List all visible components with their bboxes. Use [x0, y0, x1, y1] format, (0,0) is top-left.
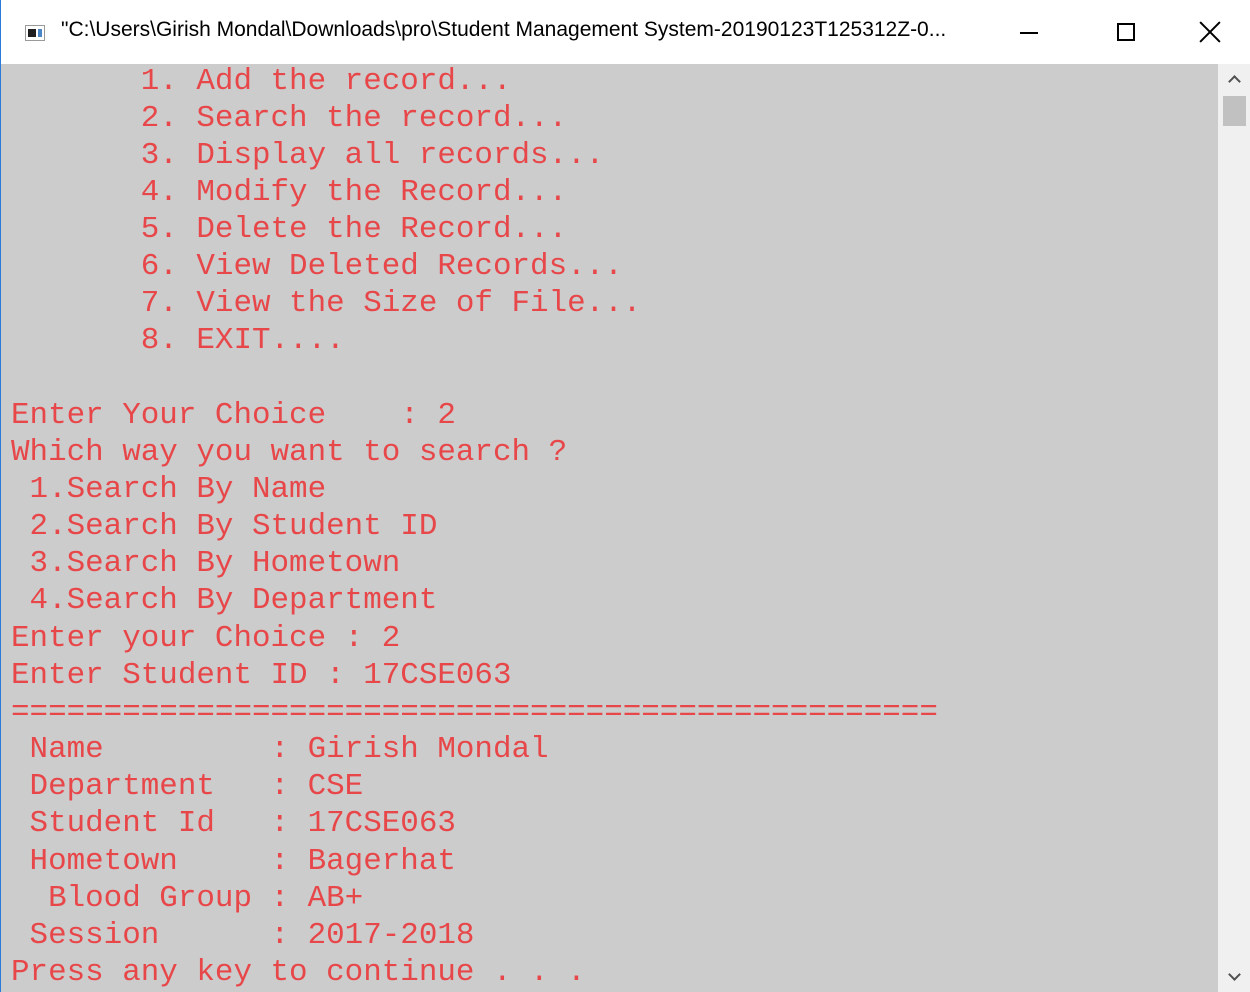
maximize-icon	[1117, 23, 1135, 41]
console-line: 1.Search By Name	[11, 472, 327, 507]
console-line: 6. View Deleted Records...	[11, 249, 623, 284]
close-icon	[1199, 21, 1221, 43]
minimize-button[interactable]	[988, 0, 1070, 64]
console-line: Enter Student ID : 17CSE063	[11, 658, 512, 693]
close-button[interactable]	[1169, 0, 1250, 64]
console-line: 4.Search By Department	[11, 583, 438, 618]
console-line: Enter your Choice : 2	[11, 621, 401, 656]
console-line: Session : 2017-2018	[11, 918, 475, 953]
console-line: 5. Delete the Record...	[11, 212, 568, 247]
console-line: 4. Modify the Record...	[11, 175, 568, 210]
console-line: 8. EXIT....	[11, 323, 345, 358]
console-line: Name : Girish Mondal	[11, 732, 549, 767]
console-line: Press any key to continue . . .	[11, 955, 586, 990]
console-line: Blood Group : AB+	[11, 881, 364, 916]
window-title: "C:\Users\Girish Mondal\Downloads\pro\St…	[61, 18, 947, 41]
title-bar[interactable]: "C:\Users\Girish Mondal\Downloads\pro\St…	[1, 0, 1250, 64]
scroll-up-button[interactable]	[1218, 64, 1250, 94]
chevron-down-icon	[1228, 968, 1241, 981]
console-line: 3.Search By Hometown	[11, 546, 401, 581]
console-line: Which way you want to search ?	[11, 435, 568, 470]
maximize-button[interactable]	[1085, 0, 1167, 64]
console-line: 2. Search the record...	[11, 101, 568, 136]
console-line: 2.Search By Student ID	[11, 509, 438, 544]
separator-line: ========================================…	[11, 695, 938, 730]
console-line: 1. Add the record...	[11, 64, 512, 99]
console-line: 7. View the Size of File...	[11, 286, 642, 321]
console-line: Enter Your Choice : 2	[11, 398, 456, 433]
vertical-scrollbar[interactable]	[1218, 64, 1250, 992]
minimize-icon	[1020, 32, 1038, 34]
console-app-icon[interactable]	[25, 25, 45, 41]
console-output[interactable]: 1. Add the record... 2. Search the recor…	[1, 64, 1216, 992]
console-line: Hometown : Bagerhat	[11, 844, 456, 879]
scroll-down-button[interactable]	[1218, 962, 1250, 992]
console-window: "C:\Users\Girish Mondal\Downloads\pro\St…	[0, 0, 1250, 992]
console-line: Department : CSE	[11, 769, 364, 804]
chevron-up-icon	[1228, 75, 1241, 88]
scroll-thumb[interactable]	[1223, 96, 1246, 126]
console-line: Student Id : 17CSE063	[11, 806, 456, 841]
console-line: 3. Display all records...	[11, 138, 605, 173]
